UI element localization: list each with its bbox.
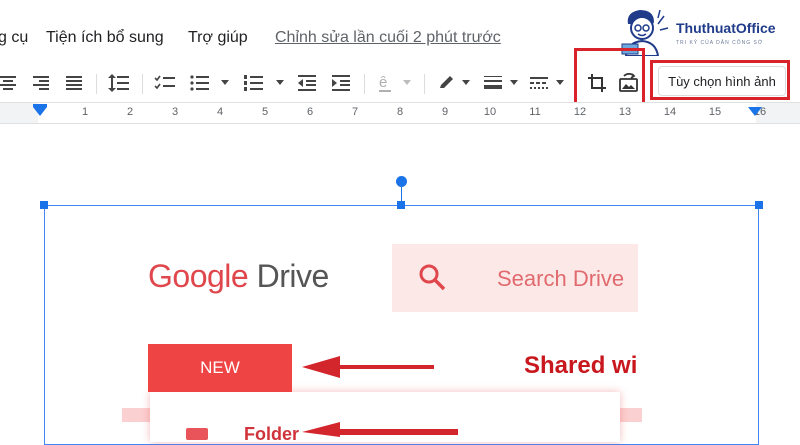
toolbar-divider: [142, 74, 143, 94]
ruler-number: 8: [396, 106, 404, 118]
logo-tagline: TRI KỶ CỦA DÂN CÔNG SỞ: [676, 40, 764, 46]
menu-addons[interactable]: Tiện ích bổ sung: [46, 29, 164, 47]
search-icon: [419, 264, 446, 291]
ruler-number: 2: [126, 106, 134, 118]
folder-label: Folder: [244, 424, 300, 444]
drive-wordmark: Drive: [256, 258, 330, 294]
chevron-down-icon: [403, 80, 411, 85]
resize-handle-top[interactable]: [397, 201, 405, 209]
chevron-down-icon[interactable]: [276, 80, 284, 85]
ruler-number: 6: [306, 106, 314, 118]
format-clear-icon[interactable]: ȇ: [378, 72, 394, 94]
arrow-left-icon: [302, 422, 458, 437]
right-indent-handle[interactable]: [748, 107, 762, 116]
arrow-left-icon: [302, 356, 434, 378]
ruler-number: 14: [663, 106, 677, 118]
chevron-down-icon[interactable]: [510, 80, 518, 85]
border-dash-icon[interactable]: [530, 72, 550, 94]
border-color-icon[interactable]: [438, 72, 456, 94]
ruler-number: 10: [483, 106, 497, 118]
align-center-icon[interactable]: [0, 72, 18, 94]
image-options-highlight: [650, 60, 790, 100]
toolbar-divider: [424, 74, 425, 94]
chevron-down-icon[interactable]: [221, 80, 229, 85]
google-drive-logo: Google Drive: [148, 258, 329, 295]
google-wordmark: Google: [148, 258, 249, 294]
ruler-number: 13: [618, 106, 632, 118]
svg-text:ȇ: ȇ: [379, 74, 387, 91]
numbered-list-icon[interactable]: [244, 72, 264, 94]
ruler-number: 1: [81, 106, 89, 118]
decrease-indent-icon[interactable]: [298, 72, 318, 94]
toolbar-divider: [364, 74, 365, 94]
left-indent-handle[interactable]: [33, 107, 47, 116]
ruler-number: 15: [708, 106, 722, 118]
ruler-number: 12: [573, 106, 587, 118]
chevron-down-icon[interactable]: [556, 80, 564, 85]
ruler-number: 5: [261, 106, 269, 118]
toolbar-divider: [96, 74, 97, 94]
crop-tools-highlight: [574, 48, 645, 108]
border-weight-icon[interactable]: [484, 72, 504, 94]
rotation-handle[interactable]: [396, 176, 407, 187]
bulleted-list-icon[interactable]: [190, 72, 210, 94]
search-placeholder: Search Drive: [497, 266, 625, 291]
increase-indent-icon[interactable]: [332, 72, 352, 94]
folder-icon: [186, 428, 208, 440]
resize-handle-top-right[interactable]: [755, 201, 763, 209]
ruler-number: 7: [351, 106, 359, 118]
align-justify-icon[interactable]: [66, 72, 84, 94]
resize-handle-top-left[interactable]: [40, 201, 48, 209]
ruler-number: 3: [171, 106, 179, 118]
ruler-number: 9: [441, 106, 449, 118]
ruler-number: 11: [529, 106, 541, 118]
logo-name: ThuthuatOffice: [676, 20, 776, 36]
shared-heading: Shared wi: [524, 352, 638, 379]
menu-help[interactable]: Trợ giúp: [188, 29, 248, 47]
new-button: NEW: [148, 344, 292, 392]
menu-tools[interactable]: g cụ: [0, 29, 28, 47]
ruler[interactable]: 1 2 3 4 5 6 7 8 9 10 11 12 13 14 15 16: [0, 102, 800, 124]
ruler-number: 4: [216, 106, 224, 118]
chevron-down-icon[interactable]: [462, 80, 470, 85]
checklist-icon[interactable]: [154, 72, 176, 94]
line-spacing-icon[interactable]: [108, 72, 130, 94]
last-edit-link[interactable]: Chỉnh sửa lần cuối 2 phút trước: [275, 29, 501, 47]
align-right-icon[interactable]: [33, 72, 51, 94]
